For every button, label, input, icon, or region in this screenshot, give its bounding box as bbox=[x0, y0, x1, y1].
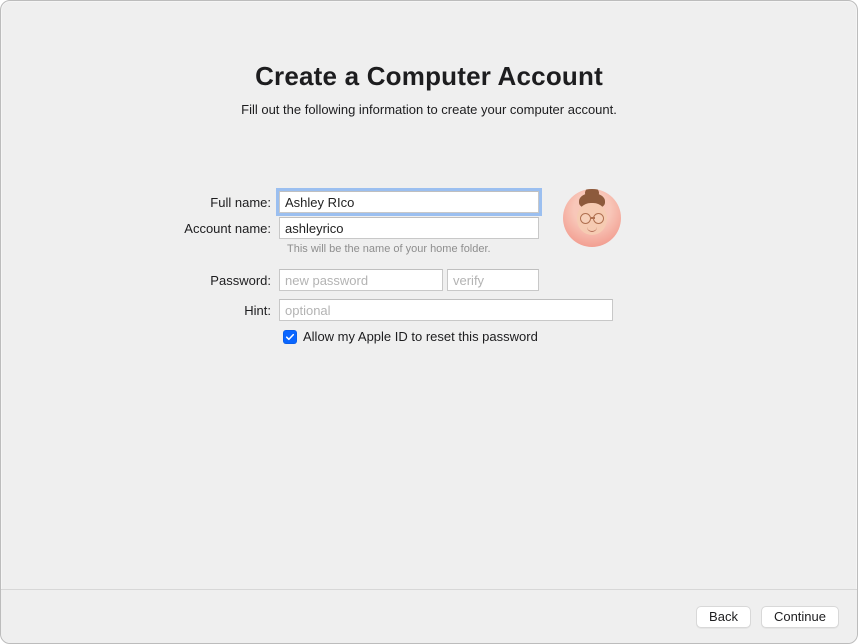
page-subtitle: Fill out the following information to cr… bbox=[1, 102, 857, 117]
continue-button[interactable]: Continue bbox=[761, 606, 839, 628]
full-name-input[interactable] bbox=[279, 191, 539, 213]
allow-apple-id-reset-label: Allow my Apple ID to reset this password bbox=[303, 329, 538, 344]
back-button[interactable]: Back bbox=[696, 606, 751, 628]
full-name-label: Full name: bbox=[1, 195, 279, 210]
page-title: Create a Computer Account bbox=[1, 61, 857, 92]
account-name-input[interactable] bbox=[279, 217, 539, 239]
account-name-hint: This will be the name of your home folde… bbox=[287, 243, 858, 255]
allow-apple-id-reset-checkbox[interactable] bbox=[283, 330, 297, 344]
password-label: Password: bbox=[1, 273, 279, 288]
hint-label: Hint: bbox=[1, 303, 279, 318]
checkmark-icon bbox=[285, 332, 295, 342]
header-block: Create a Computer Account Fill out the f… bbox=[1, 61, 857, 117]
footer-bar: Back Continue bbox=[1, 589, 857, 643]
account-form: Full name: Account name: This will be th… bbox=[1, 191, 858, 344]
setup-assistant-window: Create a Computer Account Fill out the f… bbox=[0, 0, 858, 644]
hint-input[interactable] bbox=[279, 299, 613, 321]
password-verify-input[interactable] bbox=[447, 269, 539, 291]
account-name-label: Account name: bbox=[1, 221, 279, 236]
avatar[interactable] bbox=[563, 189, 621, 247]
password-input[interactable] bbox=[279, 269, 443, 291]
